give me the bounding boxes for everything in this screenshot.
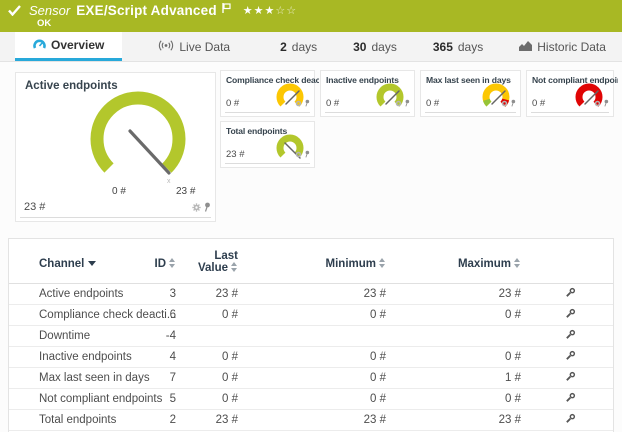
sensor-status-text: OK	[37, 18, 51, 29]
table-row: Downtime -4	[9, 326, 613, 347]
channel-maximum: 0 #	[351, 393, 521, 405]
tab-historic-data[interactable]: Historic Data	[509, 32, 616, 61]
priority-stars[interactable]: ★★★☆☆	[243, 4, 297, 17]
gauge-settings-gear-icon[interactable]	[295, 94, 302, 112]
main-gauge: x	[68, 83, 193, 195]
channel-id: -4	[66, 330, 176, 342]
tab-2-days[interactable]: 2 days	[270, 32, 327, 61]
tab-30-days[interactable]: 30 days	[343, 32, 407, 61]
channel-maximum: 0 #	[351, 309, 521, 321]
svg-text:x: x	[167, 178, 171, 185]
channel-settings-wrench-icon[interactable]	[565, 350, 576, 364]
gauge-pin-icon[interactable]	[304, 145, 310, 163]
gauge-settings-gear-icon[interactable]	[594, 94, 601, 112]
channel-settings-wrench-icon[interactable]	[565, 413, 576, 427]
gauge-pin-icon[interactable]	[203, 199, 211, 217]
channel-settings-wrench-icon[interactable]	[565, 329, 576, 343]
table-row: Max last seen in days 7 0 # 0 # 1 #	[9, 368, 613, 389]
tab-overview[interactable]: Overview	[15, 32, 122, 61]
channel-maximum: 23 #	[351, 414, 521, 426]
gauge-icon	[33, 38, 46, 52]
channel-settings-wrench-icon[interactable]	[565, 392, 576, 406]
tab-365-days[interactable]: 365 days	[423, 32, 493, 61]
channel-maximum: 23 #	[351, 288, 521, 300]
channel-maximum: 0 #	[351, 351, 521, 363]
channel-maximum: 1 #	[351, 372, 521, 384]
gauge-current-value: 23 #	[24, 201, 45, 213]
gauge-pin-icon[interactable]	[304, 94, 310, 112]
gauge-card-compliance-check-deactivated[interactable]: Compliance check deactivated 0 #	[220, 70, 315, 117]
object-kind-label: Sensor	[29, 3, 70, 18]
table-row: Active endpoints 3 23 # 23 # 23 #	[9, 284, 613, 305]
table-row: Compliance check deacti... 6 0 # 0 # 0 #	[9, 305, 613, 326]
table-row: Total endpoints 2 23 # 23 # 23 #	[9, 410, 613, 431]
sensor-title: EXE/Script Advanced	[76, 3, 217, 18]
gauge-max-label: 23 #	[176, 186, 195, 197]
sensor-overview-page: Sensor EXE/Script Advanced ★★★☆☆ OK Over…	[0, 0, 622, 432]
sensor-header: Sensor EXE/Script Advanced ★★★☆☆ OK	[0, 0, 622, 32]
sort-icon	[514, 258, 521, 268]
gauge-settings-gear-icon[interactable]	[295, 145, 302, 163]
tab-live-data[interactable]: Live Data	[148, 32, 240, 61]
channel-settings-wrench-icon[interactable]	[565, 308, 576, 322]
tab-bar: Overview Live Data 2 days 30 days 365 da…	[0, 32, 622, 62]
flag-icon[interactable]	[222, 3, 231, 13]
gauge-card-inactive-endpoints[interactable]: Inactive endpoints 0 #	[320, 70, 415, 117]
gauge-needle	[130, 131, 169, 173]
status-ok-check-icon	[8, 5, 21, 16]
gauge-card-active-endpoints[interactable]: Active endpoints x 0 # 23 # 23 #	[15, 72, 216, 222]
gauge-pin-icon[interactable]	[603, 94, 609, 112]
gauge-pin-icon[interactable]	[404, 94, 410, 112]
gauge-pin-icon[interactable]	[510, 94, 516, 112]
channel-settings-wrench-icon[interactable]	[565, 287, 576, 301]
column-header-maximum[interactable]: Maximum	[351, 258, 521, 270]
gauge-settings-gear-icon[interactable]	[395, 94, 402, 112]
gauge-card-max-last-seen-in-days[interactable]: Max last seen in days 0 #	[420, 70, 521, 117]
broadcast-icon	[158, 40, 174, 54]
gauge-settings-gear-icon[interactable]	[192, 199, 201, 217]
table-row: Not compliant endpoints 5 0 # 0 # 0 #	[9, 389, 613, 410]
gauge-card-total-endpoints[interactable]: Total endpoints 23 #	[220, 121, 315, 168]
gauge-min-label: 0 #	[112, 186, 126, 197]
chart-icon	[519, 40, 532, 54]
gauge-settings-gear-icon[interactable]	[501, 94, 508, 112]
channel-settings-wrench-icon[interactable]	[565, 371, 576, 385]
table-row: Inactive endpoints 4 0 # 0 # 0 #	[9, 347, 613, 368]
channel-table: Channel ID LastValue Minimum Maximum Act…	[8, 238, 614, 432]
table-header-row: Channel ID LastValue Minimum Maximum	[9, 247, 613, 284]
gauge-card-not-compliant-endpoints[interactable]: Not compliant endpoints 0 #	[526, 70, 614, 117]
